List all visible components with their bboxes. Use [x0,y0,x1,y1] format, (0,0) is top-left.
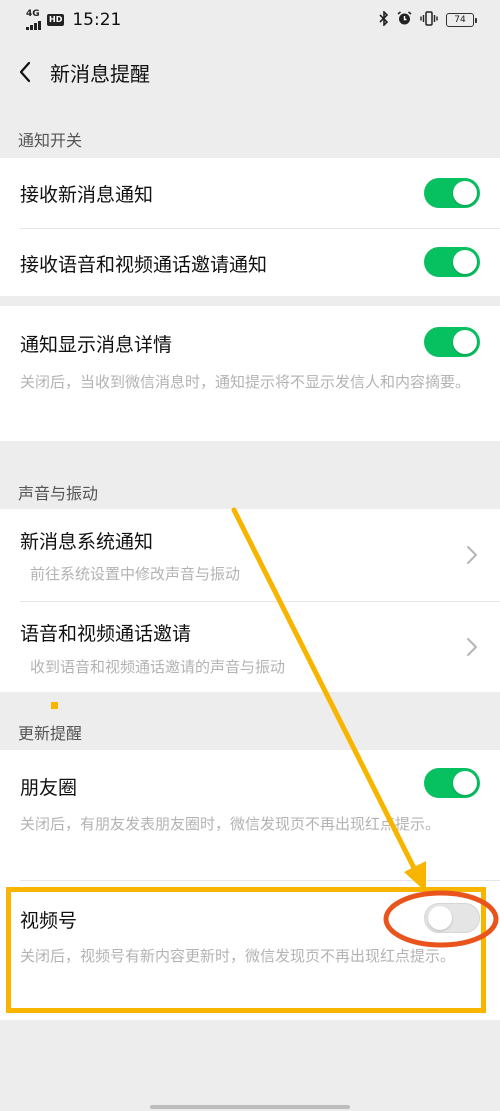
toggle-receive-new-message[interactable] [424,178,480,208]
toggle-receive-call-invite[interactable] [424,247,480,277]
row-title: 接收新消息通知 [20,184,154,206]
row-title: 接收语音和视频通话邀请通知 [20,254,268,276]
row-description: 关闭后，有朋友发表朋友圈时，微信发现页不再出现红点提示。 [20,815,441,833]
section-header-notify-switch: 通知开关 [18,131,83,150]
row-description: 关闭后，当收到微信消息时，通知提示将不显示发信人和内容摘要。 [20,373,471,391]
status-time: 15:21 [72,10,122,30]
row-title: 通知显示消息详情 [20,334,173,356]
network-type: 4G [26,9,40,19]
network-indicator: 4G [26,10,41,30]
row-call-invite-sound[interactable]: 语音和视频通话邀请 收到语音和视频通话邀请的声音与振动 [0,601,500,692]
divider [20,880,500,881]
alarm-icon [397,10,412,30]
divider [20,601,500,602]
divider [20,228,500,229]
row-description: 前往系统设置中修改声音与振动 [30,565,241,583]
status-right: 74 [379,9,477,30]
row-show-message-details[interactable]: 通知显示消息详情 关闭后，当收到微信消息时，通知提示将不显示发信人和内容摘要。 [0,306,500,441]
bluetooth-icon [379,9,389,30]
row-description: 收到语音和视频通话邀请的声音与振动 [30,658,286,676]
toggle-knob [453,181,477,205]
toggle-knob [453,330,477,354]
row-channels[interactable]: 视频号 关闭后，视频号有新内容更新时，微信发现页不再出现红点提示。 [0,880,500,1020]
row-receive-call-invite[interactable]: 接收语音和视频通话邀请通知 [0,228,500,296]
section-header-update-reminder: 更新提醒 [18,724,83,743]
toggle-knob [453,250,477,274]
toggle-show-message-details[interactable] [424,327,480,357]
status-bar: 4G HD 15:21 74 [0,0,500,40]
signal-icon [26,19,41,30]
row-receive-new-message[interactable]: 接收新消息通知 [0,158,500,228]
row-description: 关闭后，视频号有新内容更新时，微信发现页不再出现红点提示。 [20,947,456,965]
row-system-notification[interactable]: 新消息系统通知 前往系统设置中修改声音与振动 [0,509,500,601]
battery-icon: 74 [446,13,477,27]
vibrate-icon [420,10,438,30]
annotation-dot [51,702,58,709]
row-title: 视频号 [20,910,78,932]
toggle-knob [453,771,477,795]
chevron-right-icon [467,638,477,656]
toggle-channels[interactable] [424,903,480,933]
chevron-right-icon [467,546,477,564]
home-indicator [150,1105,350,1109]
page-title: 新消息提醒 [50,61,150,86]
row-title: 语音和视频通话邀请 [20,623,192,645]
nav-bar: 新消息提醒 [0,42,500,102]
section-header-sound-vibration: 声音与振动 [18,484,99,503]
status-left: 4G HD 15:21 [26,10,121,30]
toggle-knob [428,906,452,930]
back-button[interactable] [0,42,50,102]
row-moments[interactable]: 朋友圈 关闭后，有朋友发表朋友圈时，微信发现页不再出现红点提示。 [0,750,500,880]
row-title: 新消息系统通知 [20,531,154,553]
hd-badge: HD [47,14,65,26]
chevron-left-icon [19,61,31,83]
row-title: 朋友圈 [20,777,78,799]
toggle-moments[interactable] [424,768,480,798]
